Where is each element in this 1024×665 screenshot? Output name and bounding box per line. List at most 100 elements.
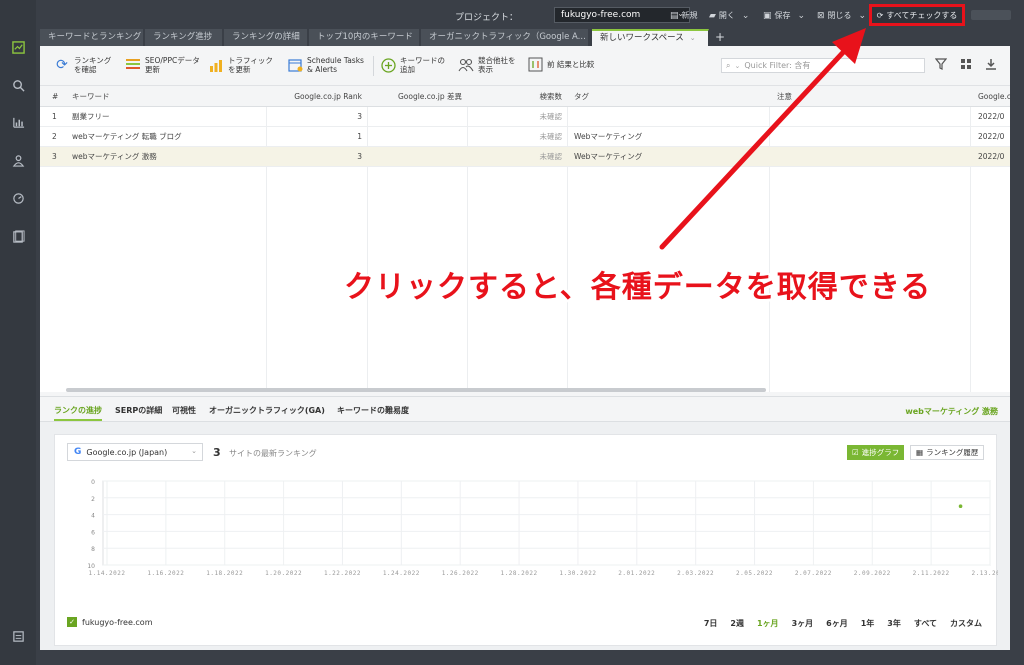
chart-legend[interactable]: ✓ fukugyo-free.com (67, 617, 153, 627)
tab-top10-keywords[interactable]: トップ10内のキーワード (309, 29, 420, 46)
user-icon[interactable] (8, 150, 28, 170)
x-tick-label: 2.05.2022 (736, 570, 773, 577)
report-icon[interactable] (8, 226, 28, 246)
tab-organic-traffic-ga[interactable]: オーガニックトラフィック(GA) (209, 405, 325, 416)
row-rank: 1 (357, 132, 362, 141)
table-row[interactable]: 2 webマーケティング 転職 ブログ 1 未確認 Webマーケティング 202… (40, 127, 1010, 147)
notes-icon[interactable] (8, 626, 28, 646)
refresh-icon: ⟳ (56, 57, 68, 73)
tab-label: ランキング進捗 (153, 32, 213, 42)
range-option[interactable]: 1年 (861, 618, 875, 629)
tab-ranking-details[interactable]: ランキングの詳細 (224, 29, 308, 46)
col-rank[interactable]: Google.co.jp Rank (267, 87, 366, 107)
col-volume[interactable]: 検索数 (468, 87, 566, 107)
topbar: プロジェクト： fukugyo-free.com ⌄ ▤ 新規 ▰ 開く ⌄ ▣… (36, 0, 1024, 29)
table-row-selected[interactable]: 3 webマーケティング 激務 3 未確認 Webマーケティング 2022/0 (40, 147, 1010, 167)
tab-organic-traffic[interactable]: オーガニックトラフィック（Google A... (421, 29, 589, 46)
add-tab-icon[interactable]: + (715, 30, 725, 44)
add-keyword-label: キーワードの 追加 (400, 56, 445, 74)
new-label: 新規 (681, 11, 698, 20)
check-rank-label: ランキング を確認 (74, 56, 112, 74)
new-file-icon: ▤ (670, 10, 679, 21)
search-engine-select[interactable]: G Google.co.jp (Japan) ⌄ (67, 443, 203, 461)
range-option[interactable]: 1ヶ月 (757, 618, 779, 629)
table-row[interactable]: 1 副業フリー 3 未確認 2022/0 (40, 107, 1010, 127)
list-icon (125, 57, 141, 73)
range-option[interactable]: カスタム (950, 618, 982, 629)
range-option[interactable]: 3ヶ月 (792, 618, 814, 629)
row-diff (368, 147, 466, 167)
row-url: 2022/0 (978, 112, 1005, 121)
row-volume: 未確認 (539, 112, 563, 121)
plot-area (102, 480, 991, 566)
schedule-tasks-button[interactable]: Schedule Tasks & Alerts (287, 56, 364, 74)
date-range-selector: 7日 2週 1ヶ月 3ヶ月 6ヶ月 1年 3年 すべて カスタム (704, 618, 982, 629)
show-competitors-button[interactable]: 競合他社を 表示 (458, 56, 516, 74)
tab-label: 新しいワークスペース (600, 33, 684, 43)
close-label: 閉じる (827, 11, 852, 20)
columns-icon[interactable] (960, 58, 972, 73)
sidebar (0, 0, 36, 665)
x-tick-label: 1.30.2022 (559, 570, 596, 577)
filter-icon[interactable] (934, 58, 948, 73)
chevron-down-icon: ⌄ (689, 34, 696, 42)
checkbox-icon[interactable]: ✓ (67, 617, 77, 627)
row-note (773, 147, 969, 167)
horizontal-scrollbar[interactable] (66, 388, 766, 392)
new-button[interactable]: ▤ 新規 (670, 10, 698, 21)
row-num: 3 (52, 152, 57, 161)
col-keyword[interactable]: キーワード (68, 87, 264, 107)
y-tick-label: 4 (91, 513, 95, 520)
app-window: プロジェクト： fukugyo-free.com ⌄ ▤ 新規 ▰ 開く ⌄ ▣… (0, 0, 1024, 665)
col-note[interactable]: 注意 (773, 87, 969, 107)
toolbar-divider (373, 56, 374, 76)
col-num[interactable]: # (48, 87, 64, 107)
tab-new-workspace[interactable]: 新しいワークスペース ⌄ (592, 29, 709, 46)
quick-filter-input[interactable]: ⌕ ⌄ Quick Filter: 含有 (721, 58, 925, 73)
export-icon[interactable] (985, 58, 997, 73)
account-menu[interactable] (971, 10, 1011, 20)
rank-progress-chart: 0 2 4 6 8 101.14.2022 1.16.2022 1.18.2022 1.20.2… (87, 479, 998, 577)
table-icon: ▦ (916, 448, 924, 457)
update-traffic-button[interactable]: トラフィック を更新 (208, 56, 273, 74)
check-all-label: すべてチェックする (886, 10, 958, 20)
row-tag (570, 107, 768, 127)
tab-keywords-rankings[interactable]: キーワードとランキング (40, 29, 144, 46)
x-tick-label: 1.28.2022 (501, 570, 538, 577)
ranking-history-button[interactable]: ▦ ランキング履歴 (910, 445, 985, 460)
save-icon: ▣ (763, 10, 772, 21)
gauge-icon[interactable] (8, 188, 28, 208)
check-all-button[interactable]: ⟳ すべてチェックする (869, 4, 965, 26)
rank-tracking-icon[interactable] (8, 37, 28, 57)
bar-chart-icon[interactable] (8, 112, 28, 132)
progress-graph-button[interactable]: ☑ 進捗グラフ (847, 445, 905, 460)
check-rank-button[interactable]: ⟳ ランキング を確認 (54, 56, 111, 74)
compare-results-button[interactable]: 前 結果と比較 (527, 56, 594, 72)
search-icon[interactable] (8, 75, 28, 95)
update-seo-ppc-button[interactable]: SEO/PPCデータ 更新 (125, 56, 200, 74)
chart-icon: ☑ (852, 448, 859, 457)
range-option[interactable]: 3年 (887, 618, 901, 629)
project-value: fukugyo-free.com (561, 10, 641, 20)
x-tick-label: 1.16.2022 (147, 570, 184, 577)
col-diff[interactable]: Google.co.jp 差異 (368, 87, 466, 107)
search-icon: ⌕ (726, 60, 731, 70)
tab-keyword-difficulty[interactable]: キーワードの難易度 (337, 405, 409, 416)
tab-rank-progress[interactable]: ランクの進捗 (54, 405, 102, 421)
range-option[interactable]: 6ヶ月 (826, 618, 848, 629)
range-option[interactable]: すべて (914, 618, 937, 629)
save-button[interactable]: ▣ 保存 ⌄ (763, 10, 805, 21)
tab-ranking-progress[interactable]: ランキング進捗 (145, 29, 223, 46)
y-tick-label: 0 (91, 479, 95, 486)
add-circle-icon (380, 57, 396, 73)
x-tick-label: 1.18.2022 (206, 570, 243, 577)
col-url[interactable]: Google.c (974, 87, 1010, 107)
close-button[interactable]: ⊠ 閉じる ⌄ (817, 10, 866, 21)
open-button[interactable]: ▰ 開く ⌄ (709, 10, 749, 21)
tab-serp-details[interactable]: SERPの詳細 (115, 405, 162, 416)
add-keyword-button[interactable]: キーワードの 追加 (380, 56, 445, 74)
tab-visibility[interactable]: 可視性 (172, 405, 196, 416)
range-option[interactable]: 7日 (704, 618, 718, 629)
range-option[interactable]: 2週 (730, 618, 744, 629)
col-tag[interactable]: タグ (570, 87, 768, 107)
